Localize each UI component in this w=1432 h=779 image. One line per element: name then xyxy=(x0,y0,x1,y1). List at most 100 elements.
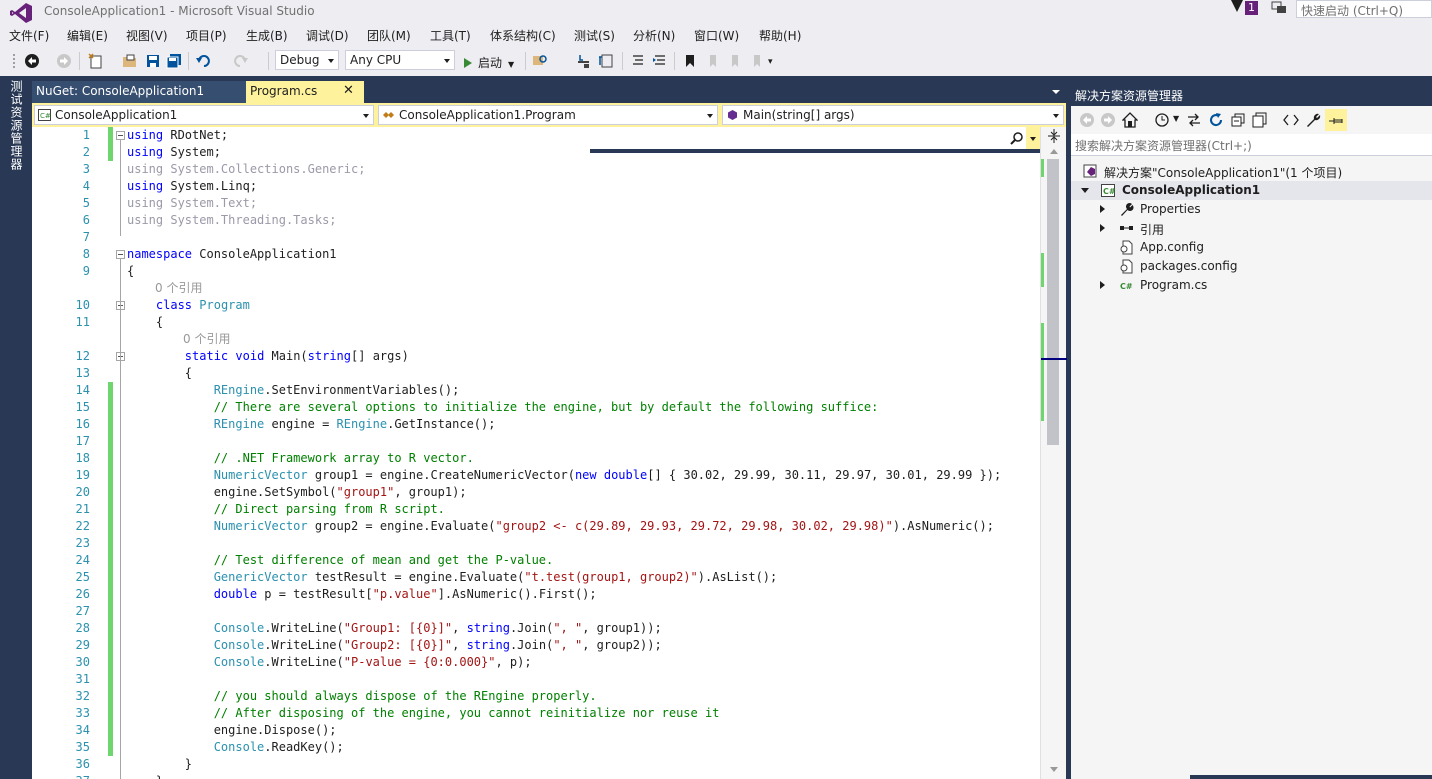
forward-icon[interactable] xyxy=(1100,112,1116,128)
menu-file[interactable]: 文件(F) xyxy=(9,27,49,44)
code-line[interactable]: REngine.SetEnvironmentVariables(); xyxy=(127,382,460,399)
code-line[interactable]: using System.Collections.Generic; xyxy=(127,161,365,178)
menu-tools[interactable]: 工具(T) xyxy=(430,27,471,44)
expand-arrow-icon[interactable] xyxy=(1100,205,1105,213)
tree-row-solution[interactable]: 解决方案"ConsoleApplication1"(1 个项目) xyxy=(1071,162,1432,181)
feedback-icon[interactable] xyxy=(1271,1,1287,15)
tab-program-cs[interactable]: Program.cs ✕ xyxy=(246,81,364,103)
class-dropdown[interactable]: ConsoleApplication1.Program xyxy=(378,105,718,125)
menu-edit[interactable]: 编辑(E) xyxy=(67,27,108,44)
code-line[interactable]: // Direct parsing from R script. xyxy=(127,501,445,518)
scrollbar-thumb[interactable] xyxy=(1047,159,1059,445)
auto-hide-pin-button[interactable] xyxy=(1325,109,1347,131)
save-all-icon[interactable] xyxy=(166,53,182,69)
redo-icon[interactable] xyxy=(232,53,248,69)
menu-build[interactable]: 生成(B) xyxy=(246,27,288,44)
code-line[interactable]: GenericVector testResult = engine.Evalua… xyxy=(127,569,778,586)
collapse-all-icon[interactable] xyxy=(1230,112,1246,128)
menu-project[interactable]: 项目(P) xyxy=(186,27,227,44)
home-icon[interactable] xyxy=(1122,112,1138,128)
back-icon[interactable] xyxy=(1079,112,1095,128)
view-code-icon[interactable] xyxy=(1283,112,1299,128)
tree-row-packages-config[interactable]: packages.config xyxy=(1071,257,1432,276)
menu-window[interactable]: 窗口(W) xyxy=(694,27,739,44)
new-project-icon[interactable] xyxy=(88,53,104,69)
find-bar[interactable] xyxy=(590,127,1040,153)
expand-arrow-icon[interactable] xyxy=(1081,188,1089,193)
close-tab-icon[interactable]: ✕ xyxy=(343,83,354,98)
code-line[interactable]: class Program xyxy=(127,297,250,314)
find-options-dropdown[interactable] xyxy=(1026,127,1040,149)
find-in-files-icon[interactable] xyxy=(532,53,548,69)
quick-launch-input[interactable]: 快速启动 (Ctrl+Q) xyxy=(1296,0,1432,18)
project-dropdown[interactable]: C# ConsoleApplication1 xyxy=(34,105,374,125)
toolbar-grip[interactable] xyxy=(12,53,16,69)
expand-arrow-icon[interactable] xyxy=(1100,281,1105,289)
code-line[interactable]: engine.Dispose(); xyxy=(127,722,337,739)
start-debugging-button[interactable]: 启动 ▼ xyxy=(464,54,514,71)
code-line[interactable]: { xyxy=(127,365,192,382)
sync-with-document-icon[interactable] xyxy=(1186,112,1202,128)
menu-analyze[interactable]: 分析(N) xyxy=(633,27,675,44)
bookmark-icon[interactable] xyxy=(682,53,698,69)
clear-bookmarks-icon[interactable] xyxy=(748,53,764,69)
navigate-back-icon[interactable] xyxy=(24,53,40,69)
uncomment-lines-icon[interactable] xyxy=(652,53,668,69)
refresh-icon[interactable] xyxy=(1208,112,1224,128)
code-line[interactable]: } xyxy=(127,773,163,779)
code-line[interactable]: REngine engine = REngine.GetInstance(); xyxy=(127,416,496,433)
navigate-forward-icon[interactable] xyxy=(56,53,72,69)
code-line[interactable]: using System; xyxy=(127,144,221,161)
code-line[interactable]: Console.WriteLine("Group2: [{0}]", strin… xyxy=(127,637,662,654)
tab-nuget[interactable]: NuGet: ConsoleApplication1 xyxy=(32,81,246,103)
code-line[interactable]: // you should always dispose of the REng… xyxy=(127,688,597,705)
code-line[interactable]: // There are several options to initiali… xyxy=(127,399,879,416)
chevron-down-icon[interactable]: ▼ xyxy=(1173,114,1179,123)
tree-row-app-config[interactable]: App.config xyxy=(1071,238,1432,257)
member-dropdown[interactable]: Main(string[] args) xyxy=(722,105,1064,125)
collapse-region-icon[interactable] xyxy=(116,250,125,259)
scroll-up-arrow[interactable] xyxy=(1050,149,1058,154)
properties-wrench-icon[interactable] xyxy=(1305,112,1321,128)
tree-row-program-cs[interactable]: C# Program.cs xyxy=(1071,276,1432,295)
save-icon[interactable] xyxy=(145,53,161,69)
code-line[interactable]: // .NET Framework array to R vector. xyxy=(127,450,474,467)
reference-count-codelens[interactable]: 0 个引用 xyxy=(155,280,202,297)
tree-row-properties[interactable]: Properties xyxy=(1071,200,1432,219)
code-line[interactable]: using System.Linq; xyxy=(127,178,257,195)
menu-view[interactable]: 视图(V) xyxy=(126,27,168,44)
code-line[interactable]: engine.SetSymbol("group1", group1); xyxy=(127,484,467,501)
code-line[interactable]: Console.ReadKey(); xyxy=(127,739,344,756)
next-bookmark-icon[interactable] xyxy=(726,53,742,69)
code-line[interactable]: using System.Text; xyxy=(127,195,257,212)
menu-team[interactable]: 团队(M) xyxy=(367,27,411,44)
toolbar-overflow-icon[interactable]: ▾ xyxy=(768,57,773,67)
step-into-icon[interactable] xyxy=(576,53,592,69)
menu-test[interactable]: 测试(S) xyxy=(574,27,615,44)
comment-lines-icon[interactable] xyxy=(630,53,646,69)
code-line[interactable]: // Test difference of mean and get the P… xyxy=(127,552,554,569)
reference-count-codelens[interactable]: 0 个引用 xyxy=(183,331,230,348)
solution-platform-select[interactable]: Any CPU xyxy=(345,50,455,70)
menu-debug[interactable]: 调试(D) xyxy=(306,27,349,44)
code-line[interactable]: NumericVector group2 = engine.Evaluate("… xyxy=(127,518,994,535)
scroll-down-arrow[interactable] xyxy=(1050,767,1058,772)
test-explorer-tab[interactable]: 测试资源管理器 xyxy=(8,80,25,171)
expand-arrow-icon[interactable] xyxy=(1100,224,1105,232)
code-line[interactable]: { xyxy=(127,263,134,280)
code-line[interactable]: // After disposing of the engine, you ca… xyxy=(127,705,720,722)
code-line[interactable]: static void Main(string[] args) xyxy=(127,348,409,365)
menu-architecture[interactable]: 体系结构(C) xyxy=(490,27,556,44)
collapse-region-icon[interactable] xyxy=(116,131,125,140)
editor-vertical-scrollbar[interactable] xyxy=(1040,127,1067,779)
show-all-files-icon[interactable] xyxy=(1252,112,1268,128)
code-line[interactable]: using RDotNet; xyxy=(127,127,228,144)
code-line[interactable]: namespace ConsoleApplication1 xyxy=(127,246,337,263)
solution-search-input[interactable]: 搜索解决方案资源管理器(Ctrl+;) xyxy=(1071,134,1432,156)
menu-help[interactable]: 帮助(H) xyxy=(759,27,801,44)
notifications-flag[interactable]: 1 xyxy=(1231,0,1263,18)
open-file-icon[interactable] xyxy=(122,53,138,69)
undo-icon[interactable] xyxy=(196,53,212,69)
code-line[interactable]: { xyxy=(127,314,163,331)
code-line[interactable]: Console.WriteLine("Group1: [{0}]", strin… xyxy=(127,620,662,637)
